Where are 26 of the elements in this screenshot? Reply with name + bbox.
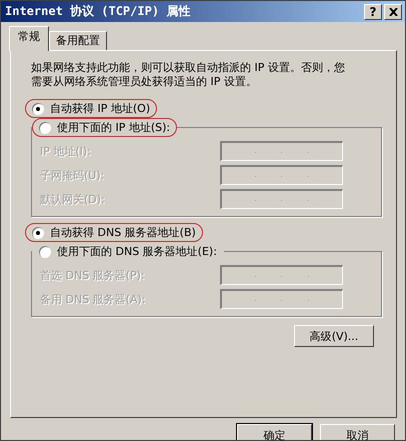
radio-label: 自动获得 DNS 服务器地址(B) — [50, 225, 196, 240]
radio-label: 使用下面的 IP 地址(S): — [57, 120, 170, 135]
ip-address-field[interactable] — [220, 265, 343, 285]
intro-text: 如果网络支持此功能，则可以获取自动指派的 IP 设置。否则，您需要从网络系统管理员处获得适当的 IP 设置。 — [31, 61, 346, 89]
dialog-button[interactable]: 确定 — [237, 424, 312, 440]
ip-address-field[interactable] — [220, 165, 343, 185]
close-button[interactable] — [384, 4, 402, 20]
radio-button[interactable] — [39, 246, 51, 258]
window-title: Internet 协议 (TCP/IP) 属性 — [5, 3, 192, 20]
radio-button[interactable] — [32, 102, 44, 114]
ip-address-field[interactable] — [220, 289, 343, 309]
radio-label: 使用下面的 DNS 服务器地址(E): — [57, 244, 217, 259]
help-button[interactable]: ? — [364, 4, 382, 20]
close-icon — [388, 8, 398, 16]
tab[interactable]: 备用配置 — [49, 31, 107, 50]
ip-address-field[interactable] — [220, 141, 343, 161]
tab[interactable]: 常规 — [9, 26, 49, 51]
dialog-button[interactable]: 取消 — [320, 424, 395, 440]
circled-radio-option[interactable]: 使用下面的 IP 地址(S): — [32, 118, 178, 137]
circled-radio-option[interactable]: 自动获得 DNS 服务器地址(B) — [25, 223, 203, 242]
advanced-button[interactable]: 高级(V)... — [294, 325, 374, 347]
radio-button[interactable] — [39, 122, 51, 134]
circled-radio-option[interactable]: 自动获得 IP 地址(O) — [25, 99, 158, 118]
radio-button[interactable] — [32, 226, 44, 238]
ip-address-field[interactable] — [220, 189, 343, 209]
radio-label: 自动获得 IP 地址(O) — [50, 101, 150, 116]
